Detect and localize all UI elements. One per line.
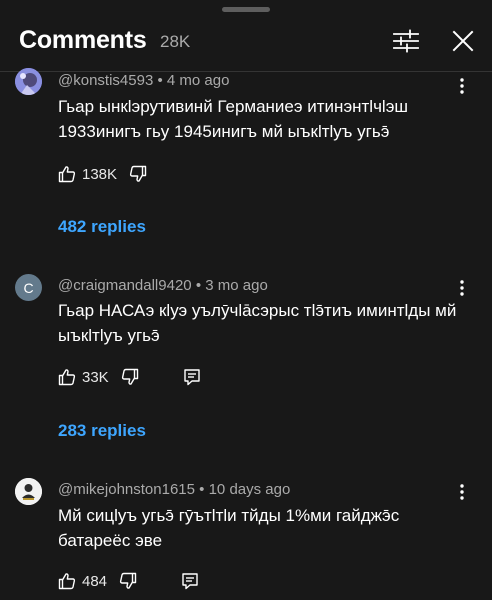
thumbs-up-icon	[58, 573, 76, 590]
view-replies-link[interactable]: 283 replies	[58, 421, 146, 441]
dislike-button[interactable]	[121, 368, 139, 386]
reply-icon	[182, 573, 198, 590]
thumbs-up-icon	[58, 166, 76, 183]
avatar[interactable]: C	[15, 274, 42, 301]
comment-count: 28K	[160, 32, 191, 51]
meta-separator: •	[195, 277, 202, 294]
comment-actions: 33K	[58, 365, 201, 389]
sliders-icon	[393, 29, 419, 53]
avatar-image	[15, 478, 42, 505]
comment-author[interactable]: @craigmandall9420	[58, 277, 192, 294]
comment-author[interactable]: @konstis4593	[58, 72, 153, 89]
reply-button[interactable]	[183, 368, 201, 386]
more-options-button[interactable]	[452, 276, 472, 300]
like-button[interactable]	[58, 368, 76, 386]
close-button[interactable]	[445, 24, 481, 58]
comment-author[interactable]: @mikejohnston1615	[58, 481, 195, 498]
meta-separator: •	[157, 72, 163, 89]
more-vertical-icon	[460, 78, 464, 94]
like-button[interactable]	[58, 572, 76, 590]
more-options-button[interactable]	[452, 480, 472, 504]
like-count: 138K	[82, 165, 118, 183]
comment-age: 3 mo ago	[205, 277, 268, 294]
comment-meta: @konstis4593 • 4 mo ago	[58, 72, 229, 89]
comments-header: Comments 28K	[0, 0, 492, 72]
avatar[interactable]	[15, 68, 42, 95]
comment-text: Мй сицlуъ угьэ̄ гӯътlтlи тйды 1%ми гайдж…	[58, 506, 400, 550]
more-vertical-icon	[460, 484, 464, 500]
reply-icon	[184, 369, 200, 386]
comment-age: 4 mo ago	[166, 72, 230, 89]
like-count: 33K	[82, 368, 109, 386]
meta-separator: •	[199, 481, 205, 498]
avatar-letter: C	[23, 279, 34, 296]
comment-text: Гьар ынкlэрутивинй Германиеэ итинэнтlчlэ…	[58, 97, 409, 141]
comment-age: 10 days ago	[208, 481, 291, 498]
reply-button[interactable]	[181, 572, 199, 590]
avatar[interactable]	[15, 478, 42, 505]
thumbs-down-icon	[119, 572, 137, 589]
view-replies-link[interactable]: 482 replies	[58, 217, 146, 237]
thumbs-up-icon	[58, 369, 76, 386]
comment-text: Гьар НАСАэ кlуэ уълӯчlāсэрыс тlэ̄тиъ ими…	[58, 301, 457, 345]
dislike-button[interactable]	[119, 572, 137, 590]
comment-actions: 484	[58, 569, 199, 593]
like-button[interactable]	[58, 165, 76, 183]
page-title: Comments	[19, 26, 147, 54]
dislike-button[interactable]	[129, 165, 147, 183]
close-icon	[452, 30, 474, 52]
thumbs-down-icon	[121, 368, 138, 385]
comments-sheet: Comments 28K @konstis4593 • 4 mo ago Гьа…	[0, 0, 492, 600]
comment-meta: @craigmandall9420 • 3 mo ago	[58, 277, 268, 294]
comment-meta: @mikejohnston1615 • 10 days ago	[58, 481, 290, 498]
more-vertical-icon	[460, 280, 464, 296]
thumbs-down-icon	[129, 165, 147, 182]
filter-button[interactable]	[388, 24, 424, 58]
like-count: 484	[82, 572, 108, 590]
avatar-image	[15, 68, 42, 95]
comment-actions: 138K	[58, 162, 147, 186]
drag-handle[interactable]	[222, 7, 270, 12]
